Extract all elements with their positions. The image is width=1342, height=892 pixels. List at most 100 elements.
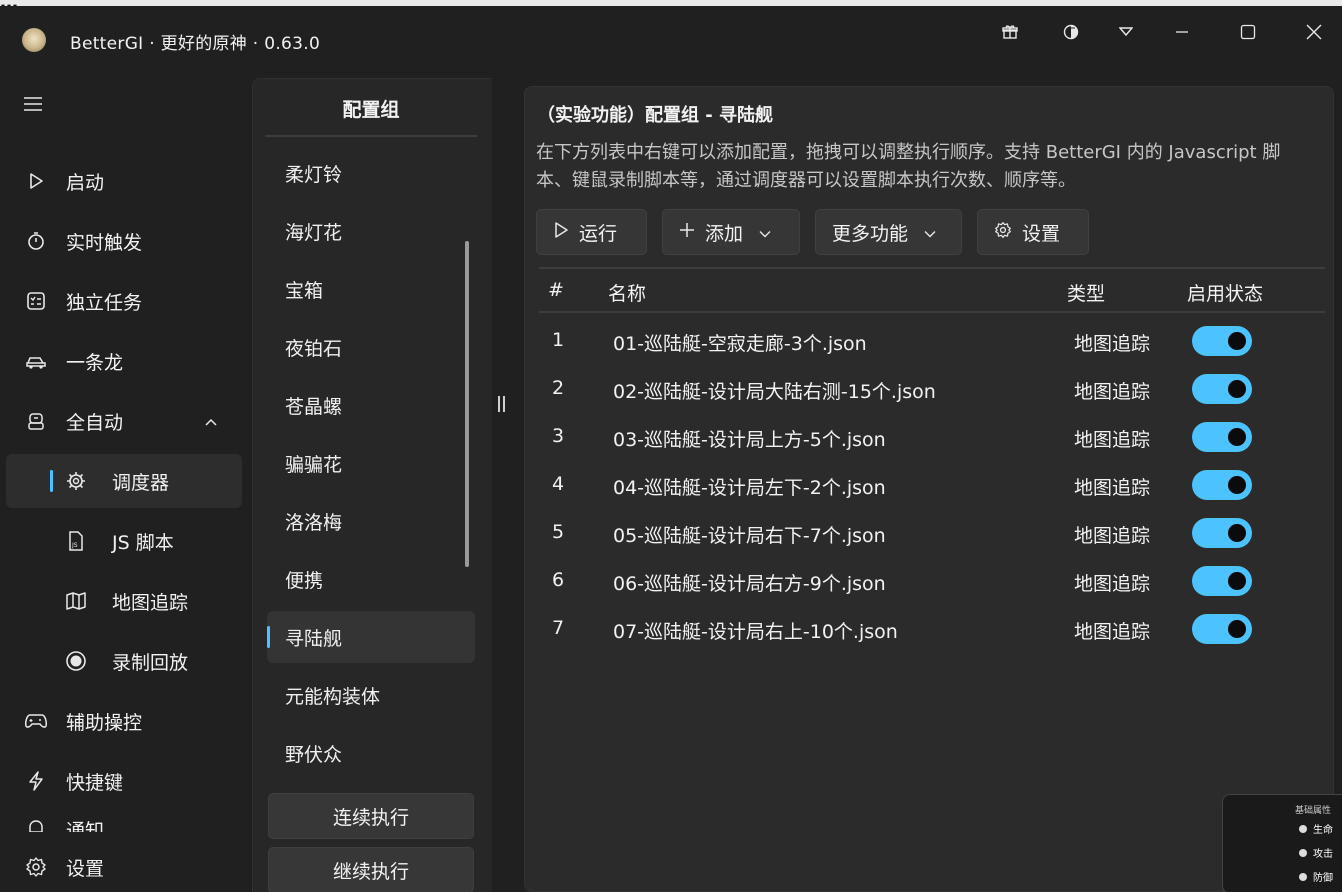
enabled-toggle[interactable] bbox=[1192, 518, 1252, 548]
nav-item-dragon[interactable]: 一条龙 bbox=[6, 334, 242, 388]
nav-item-auto[interactable]: 全自动 bbox=[6, 394, 242, 448]
settings-button[interactable]: 设置 bbox=[977, 209, 1089, 255]
row-type: 地图追踪 bbox=[1074, 621, 1151, 643]
row-index: 3 bbox=[552, 425, 565, 447]
overlay-preview-thumbnail[interactable]: 基础属性 生命 攻击 防御 bbox=[1222, 794, 1342, 892]
nav-label: 通知 bbox=[66, 820, 105, 832]
group-item[interactable]: 便携 bbox=[267, 553, 475, 605]
more-functions-button[interactable]: 更多功能 bbox=[815, 209, 962, 255]
table-row[interactable]: 2 02-巡陆艇-设计局大陆右测-15个.json 地图追踪 bbox=[539, 365, 1325, 413]
row-type: 地图追踪 bbox=[1074, 381, 1151, 403]
nav-label: 设置 bbox=[66, 857, 105, 880]
column-header-enabled[interactable]: 启用状态 bbox=[1187, 279, 1263, 306]
app-title: BetterGI · 更好的原神 · 0.63.0 bbox=[70, 34, 321, 54]
run-button[interactable]: 运行 bbox=[536, 209, 647, 255]
nav-item-scheduler[interactable]: 调度器 bbox=[6, 454, 242, 508]
theme-icon[interactable] bbox=[1053, 16, 1089, 48]
nav-item-hotkeys[interactable]: 快捷键 bbox=[6, 754, 242, 808]
bell-icon bbox=[24, 816, 48, 832]
enabled-toggle[interactable] bbox=[1192, 566, 1252, 596]
row-name: 07-巡陆艇-设计局右上-10个.json bbox=[613, 621, 898, 643]
group-item[interactable]: 苍晶螺 bbox=[267, 379, 475, 431]
panel-splitter[interactable] bbox=[496, 396, 506, 416]
config-group-header: 配置组 bbox=[265, 95, 477, 137]
page-title: （实验功能）配置组 - 寻陆舰 bbox=[537, 105, 774, 126]
group-item[interactable]: 洛洛梅 bbox=[267, 495, 475, 547]
row-name: 06-巡陆艇-设计局右方-9个.json bbox=[613, 573, 886, 595]
record-icon bbox=[64, 649, 88, 673]
group-item[interactable]: 宝箱 bbox=[267, 263, 475, 315]
config-group-panel: 配置组 柔灯铃 海灯花 宝箱 夜铂石 苍晶螺 骗骗花 洛洛梅 便携 寻陆舰 元能… bbox=[252, 78, 492, 892]
gear-icon bbox=[994, 221, 1012, 244]
nav-item-independent-tasks[interactable]: 独立任务 bbox=[6, 274, 242, 328]
nav-item-record-playback[interactable]: 录制回放 bbox=[6, 634, 242, 688]
play-icon bbox=[24, 169, 48, 193]
nav-label: 实时触发 bbox=[66, 231, 143, 254]
column-header-type[interactable]: 类型 bbox=[1067, 279, 1105, 306]
robot-icon bbox=[24, 409, 48, 433]
lightning-icon bbox=[24, 769, 48, 793]
group-list-scrollbar[interactable] bbox=[465, 241, 469, 567]
play-icon bbox=[553, 221, 569, 244]
group-item[interactable]: 海灯花 bbox=[267, 205, 475, 257]
minimize-icon[interactable] bbox=[1164, 16, 1200, 48]
maximize-icon[interactable] bbox=[1230, 16, 1266, 48]
column-header-name[interactable]: 名称 bbox=[608, 279, 646, 306]
nav-item-map-tracking[interactable]: 地图追踪 bbox=[6, 574, 242, 628]
row-name: 04-巡陆艇-设计局左下-2个.json bbox=[613, 477, 886, 499]
gift-icon[interactable] bbox=[992, 16, 1028, 48]
shield-icon bbox=[1299, 872, 1307, 881]
nav-label: 全自动 bbox=[66, 411, 124, 434]
page-description: 在下方列表中右键可以添加配置，拖拽可以调整执行顺序。支持 BetterGI 内的… bbox=[536, 142, 1281, 191]
nav-item-assist-control[interactable]: 辅助操控 bbox=[6, 694, 242, 748]
car-icon bbox=[24, 349, 48, 373]
row-type: 地图追踪 bbox=[1074, 333, 1151, 355]
table-row[interactable]: 4 04-巡陆艇-设计局左下-2个.json 地图追踪 bbox=[539, 461, 1325, 509]
row-type: 地图追踪 bbox=[1074, 429, 1151, 451]
table-row[interactable]: 5 05-巡陆艇-设计局右下-7个.json 地图追踪 bbox=[539, 509, 1325, 557]
row-index: 5 bbox=[552, 521, 565, 543]
table-row[interactable]: 7 07-巡陆艇-设计局右上-10个.json 地图追踪 bbox=[539, 605, 1325, 653]
row-type: 地图追踪 bbox=[1074, 525, 1151, 547]
row-index: 6 bbox=[552, 569, 565, 591]
svg-text:JS: JS bbox=[71, 542, 78, 549]
chevron-up-icon[interactable] bbox=[204, 412, 218, 431]
close-icon[interactable] bbox=[1296, 16, 1332, 48]
nav-item-start[interactable]: 启动 bbox=[6, 154, 242, 208]
nav-label: 调度器 bbox=[112, 471, 170, 494]
group-item[interactable]: 柔灯铃 bbox=[267, 147, 475, 199]
enabled-toggle[interactable] bbox=[1192, 326, 1252, 356]
drop-icon bbox=[1299, 824, 1307, 833]
group-item[interactable]: 元能构装体 bbox=[267, 669, 475, 721]
nav-label: 独立任务 bbox=[66, 291, 143, 314]
nav-item-js-script[interactable]: JS JS 脚本 bbox=[6, 514, 242, 568]
table-header: # 名称 类型 启用状态 bbox=[539, 267, 1325, 313]
enabled-toggle[interactable] bbox=[1192, 470, 1252, 500]
enabled-toggle[interactable] bbox=[1192, 614, 1252, 644]
add-button[interactable]: 添加 bbox=[662, 209, 800, 255]
nav-item-settings[interactable]: 设置 bbox=[6, 840, 242, 892]
group-item[interactable]: 夜铂石 bbox=[267, 321, 475, 373]
column-header-index: # bbox=[548, 279, 564, 301]
group-item-selected[interactable]: 寻陆舰 bbox=[267, 611, 475, 663]
dropdown-icon[interactable] bbox=[1108, 16, 1144, 48]
table-row[interactable]: 3 03-巡陆艇-设计局上方-5个.json 地图追踪 bbox=[539, 413, 1325, 461]
hamburger-icon[interactable] bbox=[22, 96, 48, 122]
nav-label: JS 脚本 bbox=[112, 531, 174, 554]
group-item[interactable]: 野伏众 bbox=[267, 727, 475, 779]
resume-run-button[interactable]: 继续执行 bbox=[268, 847, 474, 892]
table-row[interactable]: 1 01-巡陆艇-空寂走廊-3个.json 地图追踪 bbox=[539, 317, 1325, 365]
nav-label: 一条龙 bbox=[66, 351, 124, 374]
table-row[interactable]: 6 06-巡陆艇-设计局右方-9个.json 地图追踪 bbox=[539, 557, 1325, 605]
gear-icon bbox=[24, 855, 48, 879]
nav-item-notifications[interactable]: 通知 bbox=[6, 810, 242, 832]
js-file-icon: JS bbox=[64, 529, 88, 553]
gamepad-icon bbox=[24, 709, 48, 733]
group-item[interactable]: 骗骗花 bbox=[267, 437, 475, 489]
overlay-title: 基础属性 bbox=[1295, 806, 1332, 816]
nav-item-realtime-trigger[interactable]: 实时触发 bbox=[6, 214, 242, 268]
row-name: 03-巡陆艇-设计局上方-5个.json bbox=[613, 429, 886, 451]
continuous-run-button[interactable]: 连续执行 bbox=[268, 793, 474, 839]
enabled-toggle[interactable] bbox=[1192, 374, 1252, 404]
enabled-toggle[interactable] bbox=[1192, 422, 1252, 452]
